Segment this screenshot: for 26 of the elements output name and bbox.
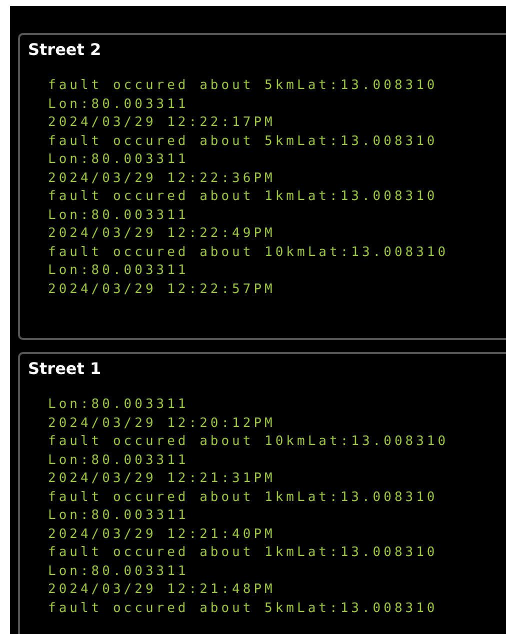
log-line: fault occured about 5kmLat:13.008310 — [48, 77, 439, 95]
log-line: Lon:80.003311 — [48, 507, 190, 525]
log-line: 2024/03/29 12:22:36PM — [48, 170, 276, 188]
log-line: Lon:80.003311 — [48, 96, 190, 114]
log-line: fault occured about 1kmLat:13.008310 — [48, 544, 439, 562]
log-line: Lon:80.003311 — [48, 562, 190, 580]
log-line: 2024/03/29 12:20:12PM — [48, 414, 276, 432]
log-line: Lon:80.003311 — [48, 396, 190, 414]
log-line: Lon:80.003311 — [48, 151, 190, 169]
log-line: fault occured about 10kmLat:13.008310 — [48, 244, 450, 262]
log-line: 2024/03/29 12:22:49PM — [48, 225, 276, 243]
log-line: 2024/03/29 12:22:57PM — [48, 280, 276, 298]
log-line: fault occured about 5kmLat:13.008310 — [48, 600, 439, 618]
panel-title: Street 1 — [28, 358, 102, 380]
panel-title: Street 2 — [28, 39, 102, 61]
log-line: Lon:80.003311 — [48, 206, 190, 224]
log-line: 2024/03/29 12:22:17PM — [48, 114, 276, 132]
log-line: Lon:80.003311 — [48, 262, 190, 280]
log-line: fault occured about 1kmLat:13.008310 — [48, 488, 439, 506]
log-line: fault occured about 5kmLat:13.008310 — [48, 132, 439, 150]
log-line: 2024/03/29 12:21:48PM — [48, 581, 276, 599]
log-line: 2024/03/29 12:21:31PM — [48, 470, 276, 488]
log-line: Lon:80.003311 — [48, 452, 190, 470]
log-line: fault occured about 10kmLat:13.008310 — [48, 433, 450, 451]
log-line: 2024/03/29 12:21:40PM — [48, 526, 276, 544]
log-line: fault occured about 1kmLat:13.008310 — [48, 188, 439, 206]
